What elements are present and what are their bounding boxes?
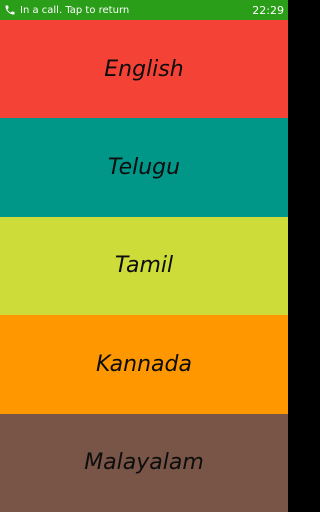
language-tile-english[interactable]: English	[0, 20, 288, 119]
language-label: Malayalam	[84, 450, 204, 476]
language-tile-tamil[interactable]: Tamil	[0, 216, 288, 316]
call-return-text[interactable]: In a call. Tap to return	[20, 5, 252, 16]
status-bar[interactable]: In a call. Tap to return 22:29	[0, 0, 288, 20]
language-tile-telugu[interactable]: Telugu	[0, 118, 288, 217]
language-label: Kannada	[96, 351, 192, 377]
language-list: English Telugu Tamil Kannada Malayalam	[0, 20, 288, 512]
phone-icon	[4, 4, 16, 16]
language-label: Tamil	[114, 253, 174, 279]
language-tile-malayalam[interactable]: Malayalam	[0, 413, 288, 512]
clock: 22:29	[252, 3, 284, 17]
language-tile-kannada[interactable]: Kannada	[0, 315, 288, 414]
language-label: English	[104, 56, 184, 82]
language-label: Telugu	[107, 155, 181, 181]
